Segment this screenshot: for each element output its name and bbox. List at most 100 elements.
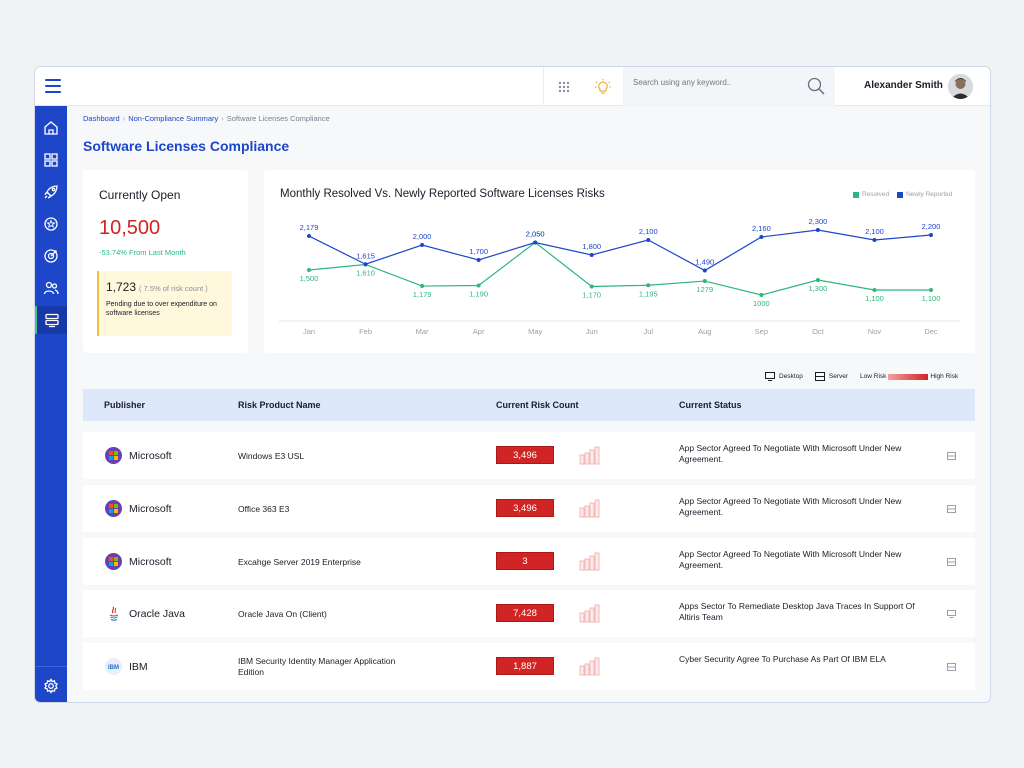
server-icon — [947, 558, 956, 566]
data-label: 1279 — [696, 285, 713, 294]
column-header-publisher[interactable]: Publisher — [104, 400, 145, 410]
data-label: 1,700 — [469, 247, 488, 256]
chart-card: Monthly Resolved Vs. Newly Reported Soft… — [264, 170, 975, 353]
sidebar-item-dashboard[interactable] — [35, 146, 67, 174]
data-point[interactable] — [759, 293, 764, 297]
data-point[interactable] — [929, 233, 933, 237]
column-header-risk-count[interactable]: Current Risk Count — [496, 400, 579, 410]
data-point[interactable] — [815, 278, 820, 282]
legend-server-label: Server — [828, 373, 849, 380]
users-icon — [43, 281, 59, 295]
server-icon — [814, 372, 825, 381]
sidebar-item-settings[interactable] — [35, 672, 67, 700]
data-label: 1,100 — [922, 294, 941, 303]
risk-count-badge: 3,496 — [496, 446, 554, 464]
product-name: Windows E3 USL — [238, 451, 305, 461]
x-tick-label: Nov — [868, 327, 882, 336]
badge-icon — [44, 217, 58, 231]
table-row[interactable]: Microsoft Windows E3 USL 3,496 App Secto… — [83, 432, 975, 479]
pending-count: 1,723 — [106, 280, 137, 294]
data-point[interactable] — [420, 284, 425, 289]
data-point[interactable] — [420, 243, 425, 247]
data-point[interactable] — [363, 262, 368, 267]
apps-grid-icon[interactable] — [543, 67, 583, 106]
data-point[interactable] — [646, 238, 651, 242]
hamburger-menu-icon[interactable] — [45, 79, 61, 93]
data-point[interactable] — [476, 258, 481, 262]
svg-text:IBM: IBM — [108, 665, 119, 671]
data-point[interactable] — [872, 238, 877, 242]
series-line — [308, 229, 932, 272]
data-point[interactable] — [589, 253, 594, 257]
data-label: 1,800 — [582, 242, 601, 251]
publisher-name: IBM — [129, 661, 148, 673]
data-point[interactable] — [759, 235, 764, 239]
table-row[interactable]: Oracle Java Oracle Java On (Client) 7,42… — [83, 590, 975, 637]
risk-count-badge: 1,887 — [496, 657, 554, 675]
data-point[interactable] — [533, 240, 538, 245]
publisher-name: Microsoft — [129, 503, 172, 515]
data-point[interactable] — [872, 288, 877, 292]
column-header-status[interactable]: Current Status — [679, 400, 742, 410]
data-point[interactable] — [307, 234, 311, 239]
data-point[interactable] — [476, 283, 481, 288]
user-name[interactable]: Alexander Smith — [864, 80, 943, 91]
data-label: 1,490 — [695, 258, 714, 267]
status-text: App Sector Agreed To Negotiate With Micr… — [679, 496, 902, 517]
table-row[interactable]: Microsoft Office 363 E3 3,496 App Sector… — [83, 485, 975, 532]
data-point[interactable] — [702, 279, 707, 284]
data-label: 2,050 — [526, 230, 545, 239]
type-legend: Desktop Server Low Risk High Risk — [765, 372, 958, 381]
x-tick-label: Oct — [812, 327, 825, 336]
settings-icon — [44, 678, 58, 694]
risk-count-badge: 3,496 — [496, 499, 554, 517]
sidebar-item-home[interactable] — [35, 114, 67, 142]
data-point[interactable] — [646, 283, 651, 288]
data-point[interactable] — [589, 284, 594, 289]
app-window: Alexander Smith — [34, 66, 991, 703]
sidebar-divider — [35, 666, 67, 667]
pending-box: 1,723 ( 7.5% of risk count ) Pending due… — [97, 271, 232, 336]
data-point[interactable] — [815, 228, 820, 232]
search-input[interactable] — [633, 78, 793, 87]
sidebar-item-users[interactable] — [35, 274, 67, 302]
avatar[interactable] — [948, 74, 973, 99]
data-label: 2,000 — [413, 232, 432, 241]
risk-count-badge: 3 — [496, 552, 554, 570]
lightbulb-icon[interactable] — [583, 67, 623, 106]
table-row[interactable]: Microsoft Excahge Server 2019 Enterprise… — [83, 538, 975, 585]
microsoft-logo — [105, 553, 122, 570]
breadcrumb-non-compliance[interactable]: Non-Compliance Summary — [128, 114, 218, 123]
sidebar-item-awards[interactable] — [35, 210, 67, 238]
status-text: Cyber Security Agree To Purchase As Part… — [679, 654, 886, 664]
breadcrumb-current: Software Licenses Compliance — [226, 114, 330, 123]
sidebar-item-targets[interactable] — [35, 242, 67, 270]
data-label: 2,160 — [752, 224, 771, 233]
sidebar-item-licenses[interactable] — [35, 306, 67, 334]
product-name: Office 363 E3 — [238, 504, 290, 514]
breadcrumb-dashboard[interactable]: Dashboard — [83, 114, 120, 123]
currently-open-title: Currently Open — [99, 188, 181, 202]
data-label: 1,179 — [413, 290, 432, 299]
target-icon — [44, 249, 58, 263]
search-box — [623, 67, 835, 106]
risk-trend-bars-icon — [579, 657, 600, 676]
data-label: 1,170 — [582, 291, 601, 300]
ibm-logo: IBM — [105, 658, 122, 675]
x-tick-label: Apr — [473, 327, 485, 336]
chevron-right-icon: › — [221, 114, 224, 123]
breadcrumb: Dashboard › Non-Compliance Summary › Softwar… — [83, 114, 330, 123]
data-point[interactable] — [307, 268, 311, 272]
server-icon — [947, 505, 956, 513]
currently-open-value: 10,500 — [99, 217, 161, 239]
table-row[interactable]: IBM IBM IBM Security Identity Manager Ap… — [83, 643, 975, 690]
pending-percent: ( 7.5% of risk count ) — [139, 284, 208, 293]
search-icon[interactable] — [807, 77, 825, 95]
data-point[interactable] — [702, 268, 707, 273]
server-icon — [947, 663, 956, 671]
sidebar-item-launch[interactable] — [35, 178, 67, 206]
series-line — [308, 241, 931, 296]
data-point[interactable] — [929, 288, 933, 292]
column-header-product[interactable]: Risk Product Name — [238, 400, 321, 410]
table-header: Publisher Risk Product Name Current Risk… — [83, 389, 975, 421]
